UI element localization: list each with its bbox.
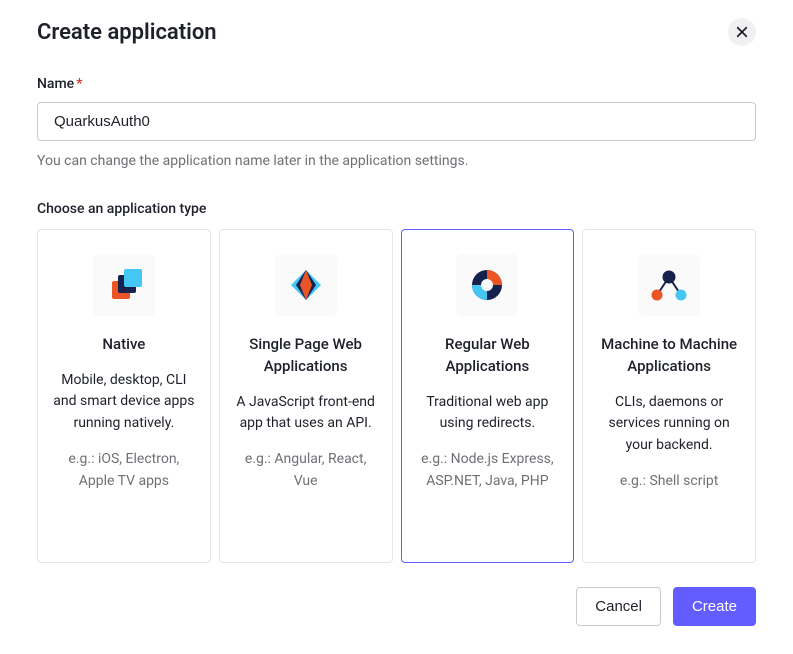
card-description: Mobile, desktop, CLI and smart device ap…	[52, 370, 196, 435]
required-marker: *	[76, 76, 82, 92]
dialog-footer: Cancel Create	[37, 587, 756, 626]
app-type-label: Choose an application type	[37, 201, 756, 217]
card-examples: e.g.: Shell script	[620, 471, 718, 493]
name-input[interactable]	[37, 102, 756, 141]
card-description: Traditional web app using redirects.	[416, 392, 560, 435]
close-icon	[736, 26, 748, 38]
card-description: A JavaScript front-end app that uses an …	[234, 392, 378, 435]
regular-web-icon	[456, 254, 518, 316]
native-icon	[93, 254, 155, 316]
card-title: Regular Web Applications	[416, 334, 560, 378]
card-examples: e.g.: iOS, Electron, Apple TV apps	[52, 449, 196, 492]
close-button[interactable]	[728, 18, 756, 46]
create-button[interactable]: Create	[673, 587, 756, 626]
m2m-icon	[638, 254, 700, 316]
name-field: Name* You can change the application nam…	[37, 76, 756, 169]
card-description: CLIs, daemons or services running on you…	[597, 392, 741, 457]
card-native[interactable]: Native Mobile, desktop, CLI and smart de…	[37, 229, 211, 563]
card-title: Machine to Machine Applications	[597, 334, 741, 378]
page-title: Create application	[37, 20, 217, 45]
dialog-header: Create application	[37, 18, 756, 46]
name-label-text: Name	[37, 76, 74, 92]
card-spa[interactable]: Single Page Web Applications A JavaScrip…	[219, 229, 393, 563]
app-type-grid: Native Mobile, desktop, CLI and smart de…	[37, 229, 756, 563]
cancel-button[interactable]: Cancel	[576, 587, 661, 626]
card-examples: e.g.: Angular, React, Vue	[234, 449, 378, 492]
app-type-section: Choose an application type Native Mobile…	[37, 201, 756, 563]
spa-icon	[275, 254, 337, 316]
card-examples: e.g.: Node.js Express, ASP.NET, Java, PH…	[416, 449, 560, 492]
card-m2m[interactable]: Machine to Machine Applications CLIs, da…	[582, 229, 756, 563]
name-helper-text: You can change the application name late…	[37, 153, 756, 169]
card-regular-web[interactable]: Regular Web Applications Traditional web…	[401, 229, 575, 563]
card-title: Single Page Web Applications	[234, 334, 378, 378]
name-label: Name*	[37, 76, 756, 92]
card-title: Native	[102, 334, 145, 356]
